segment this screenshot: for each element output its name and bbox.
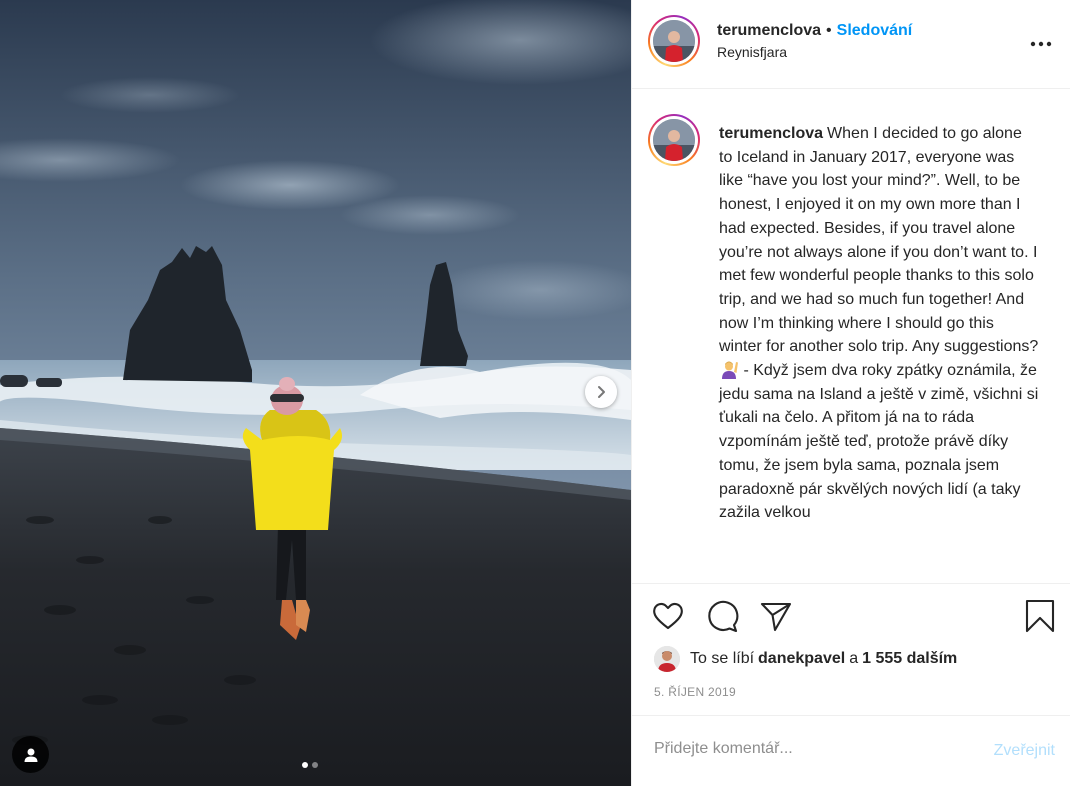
share-button[interactable] — [759, 599, 793, 633]
ellipsis-icon — [1030, 41, 1052, 47]
carousel-dot — [312, 762, 318, 768]
comment-bubble-icon — [708, 600, 739, 633]
liked-by-username[interactable]: danekpavel — [758, 650, 845, 667]
paper-plane-icon — [760, 602, 792, 632]
likes-joiner: a — [849, 650, 859, 667]
post-photo[interactable] — [0, 0, 631, 786]
post-actions — [632, 583, 1070, 643]
user-silhouette-icon — [24, 748, 37, 762]
person-raising-hand-emoji — [722, 361, 738, 380]
avatar-image — [653, 20, 695, 62]
photo-scene — [0, 0, 631, 786]
avatar-image — [653, 119, 695, 161]
more-options-button[interactable] — [1029, 32, 1053, 56]
carousel-next-button[interactable] — [585, 376, 617, 408]
comment-bar: Zveřejnit — [632, 715, 1070, 786]
caption-author-avatar[interactable] — [648, 114, 700, 166]
likes-count[interactable]: 1 555 dalším — [862, 650, 957, 667]
caption-username[interactable]: terumenclova — [719, 125, 823, 142]
bookmark-icon — [1025, 599, 1055, 633]
separator-bullet: • — [826, 22, 832, 39]
post-comment-button[interactable]: Zveřejnit — [994, 742, 1055, 760]
comment-input[interactable] — [654, 740, 954, 758]
author-username[interactable]: terumenclova — [717, 22, 821, 40]
author-avatar[interactable] — [648, 15, 700, 67]
caption-area[interactable]: terumenclova When I decided to go alone t… — [632, 89, 1070, 583]
caption-text-continued: - Když jsem dva roky zpátky oznámila, že… — [719, 362, 1039, 522]
tagged-users-button[interactable] — [12, 736, 49, 773]
carousel-dot — [302, 762, 308, 768]
comment-button[interactable] — [705, 599, 739, 633]
likes-summary[interactable]: To se líbí danekpavel a 1 555 dalším — [654, 646, 961, 672]
follow-button[interactable]: Sledování — [837, 22, 913, 40]
chevron-right-icon — [598, 386, 605, 398]
liker-avatar[interactable] — [654, 646, 680, 672]
save-button[interactable] — [1023, 599, 1057, 633]
caption-text: When I decided to go alone to Iceland in… — [719, 125, 1039, 356]
avatar-image — [654, 646, 680, 672]
like-button[interactable] — [651, 599, 685, 633]
likes-prefix: To se líbí — [690, 650, 755, 667]
post-header: terumenclova • Sledování Reynisfjara — [632, 0, 1070, 89]
post-date[interactable]: 5. ŘÍJEN 2019 — [654, 685, 736, 699]
post-caption: terumenclova When I decided to go alone t… — [719, 122, 1039, 525]
post-location[interactable]: Reynisfjara — [717, 44, 912, 60]
heart-icon — [653, 602, 683, 630]
carousel-indicator — [302, 762, 318, 768]
post-side-panel: terumenclova • Sledování Reynisfjara ter… — [631, 0, 1070, 786]
